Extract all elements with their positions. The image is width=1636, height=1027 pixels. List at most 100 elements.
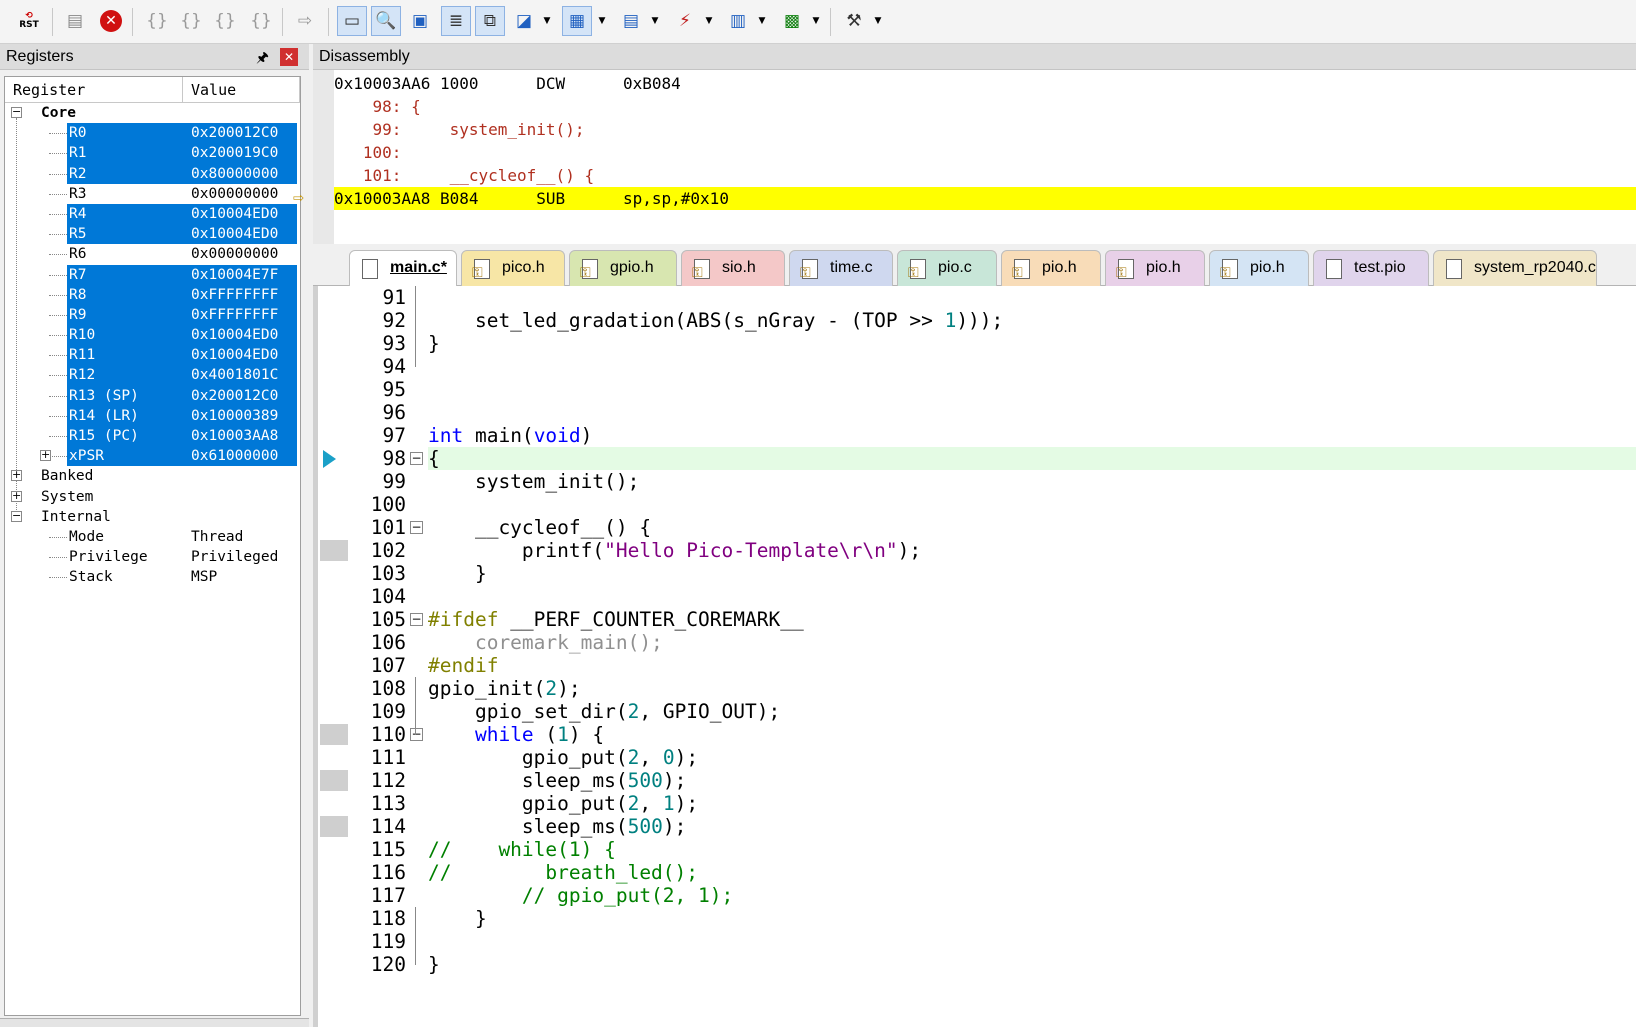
code-line[interactable]: 104 <box>318 585 1636 608</box>
tab-pio-c[interactable]: pio.c <box>897 250 997 289</box>
code-line[interactable]: 120} <box>318 953 1636 976</box>
tab-system-rp2040-c[interactable]: system_rp2040.c <box>1433 250 1597 286</box>
code-text[interactable]: #ifdef __PERF_COUNTER_COREMARK__ <box>428 608 804 631</box>
code-line[interactable]: 100 <box>318 493 1636 516</box>
system-viewer-icon[interactable]: ▩ <box>777 6 807 36</box>
toolbox-dropdown-icon[interactable]: ▼ <box>872 6 884 36</box>
expand-icon[interactable]: + <box>40 449 51 462</box>
code-line[interactable]: 98 { <box>318 447 1636 470</box>
code-line[interactable]: 108 gpio_init(2); <box>318 677 1636 700</box>
panel-tabs-strip[interactable] <box>0 1018 309 1027</box>
register-row[interactable]: R12 0x4001801C <box>5 365 300 386</box>
show-next-icon[interactable]: ⇨ <box>290 6 320 36</box>
disassembly-line[interactable]: 100: <box>334 141 1636 164</box>
register-row[interactable]: R14 (LR) 0x10000389 <box>5 405 300 426</box>
column-register[interactable]: Register <box>5 77 183 102</box>
disassembly-line[interactable]: 0x10003AA6 1000 DCW 0xB084 <box>334 72 1636 95</box>
code-line[interactable]: 103 } <box>318 562 1636 585</box>
tree-node-core[interactable]: − Core <box>5 103 300 123</box>
code-line[interactable]: 110 while (1) { <box>318 723 1636 746</box>
code-line[interactable]: 118 } <box>318 907 1636 930</box>
collapse-icon[interactable]: − <box>11 510 22 522</box>
register-row[interactable]: R8 0xFFFFFFFF <box>5 284 300 305</box>
code-text[interactable]: system_init(); <box>428 470 639 493</box>
code-editor[interactable]: 91 92 set_led_gradation(ABS(s_nGray - (TO… <box>313 286 1636 1027</box>
code-text[interactable]: printf("Hello Pico-Template\r\n"); <box>428 539 921 562</box>
code-text[interactable]: set_led_gradation(ABS(s_nGray - (TOP >> … <box>428 309 1003 332</box>
expand-icon[interactable]: + <box>11 490 22 502</box>
register-value[interactable]: 0x10004ED0 <box>191 345 278 365</box>
disassembly-line[interactable]: 0x10003AA8 B084 SUB sp,sp,#0x10 <box>334 187 1636 210</box>
code-text[interactable]: { <box>428 447 440 470</box>
tab-pico-h[interactable]: pico.h <box>461 250 565 289</box>
code-text[interactable]: gpio_put(2, 1); <box>428 792 698 815</box>
step-out-icon[interactable]: {} <box>210 6 240 36</box>
close-icon[interactable]: ✕ <box>280 48 298 66</box>
disassembly-line[interactable]: 98: { <box>334 95 1636 118</box>
register-row[interactable]: R10 0x10004ED0 <box>5 325 300 346</box>
code-line[interactable]: 107 #endif <box>318 654 1636 677</box>
register-row[interactable]: + xPSR 0x61000000 <box>5 446 300 467</box>
code-line[interactable]: 117 // gpio_put(2, 1); <box>318 884 1636 907</box>
code-text[interactable]: gpio_set_dir(2, GPIO_OUT); <box>428 700 780 723</box>
symbols-window-icon[interactable]: ▣ <box>405 6 435 36</box>
toolbox-icon[interactable]: ⚒ <box>839 6 869 36</box>
code-line[interactable]: 93} <box>318 332 1636 355</box>
fold-collapse-icon[interactable]: − <box>410 521 423 534</box>
fold-collapse-icon[interactable]: − <box>410 728 423 741</box>
fold-collapse-icon[interactable]: − <box>410 613 423 626</box>
tab-pio-h[interactable]: pio.h <box>1105 250 1205 289</box>
tab-test-pio[interactable]: test.pio <box>1313 250 1429 286</box>
register-row[interactable]: R9 0xFFFFFFFF <box>5 304 300 326</box>
watch-window-icon[interactable]: ◪ <box>509 6 539 36</box>
register-value[interactable]: 0x00000000 <box>191 244 278 264</box>
tab-gpio-h[interactable]: gpio.h <box>569 250 677 289</box>
disassembly-line[interactable]: 99: system_init(); <box>334 118 1636 141</box>
step-icon[interactable]: ▤ <box>60 6 90 36</box>
step-into-icon[interactable]: {} <box>142 6 172 36</box>
register-value[interactable]: 0x10004ED0 <box>191 325 278 345</box>
disassembly-window-icon[interactable]: 🔍 <box>371 6 401 36</box>
registers-window-icon[interactable]: ≣ <box>441 6 471 36</box>
tab-time-c[interactable]: time.c <box>789 250 893 289</box>
code-text[interactable]: gpio_init(2); <box>428 677 581 700</box>
code-line[interactable]: 102 printf("Hello Pico-Template\r\n"); <box>318 539 1636 562</box>
expand-icon[interactable]: + <box>11 469 22 482</box>
memory-dropdown-icon[interactable]: ▼ <box>596 6 608 36</box>
register-row[interactable]: R11 0x10004ED0 <box>5 345 300 366</box>
code-text[interactable]: gpio_put(2, 0); <box>428 746 698 769</box>
watch-dropdown-icon[interactable]: ▼ <box>541 6 553 36</box>
register-value[interactable]: 0x10004ED0 <box>191 204 278 224</box>
code-text[interactable]: // breath_led(); <box>428 861 698 884</box>
code-line[interactable]: 99 system_init(); <box>318 470 1636 493</box>
code-line[interactable]: 106 coremark_main(); <box>318 631 1636 654</box>
code-text[interactable]: int main(void) <box>428 424 592 447</box>
run-to-cursor-icon[interactable]: {} <box>246 6 276 36</box>
code-line[interactable]: 112 sleep_ms(500); <box>318 769 1636 792</box>
serial-dropdown-icon[interactable]: ▼ <box>649 6 661 36</box>
collapse-icon[interactable]: − <box>11 106 22 118</box>
code-text[interactable]: } <box>428 907 487 930</box>
code-line[interactable]: 109 gpio_set_dir(2, GPIO_OUT); <box>318 700 1636 723</box>
internal-row[interactable]: Privilege Privileged <box>5 547 300 567</box>
code-line[interactable]: 91 <box>318 286 1636 309</box>
register-row[interactable]: R6 0x00000000 <box>5 244 300 264</box>
column-value[interactable]: Value <box>183 77 300 102</box>
code-line[interactable]: 95 <box>318 378 1636 401</box>
register-value[interactable]: 0x10003AA8 <box>191 426 278 446</box>
code-line[interactable]: 113 gpio_put(2, 1); <box>318 792 1636 815</box>
analysis-window-icon[interactable]: ⚡ <box>670 6 700 36</box>
code-text[interactable]: while (1) { <box>428 723 604 746</box>
analysis-dropdown-icon[interactable]: ▼ <box>703 6 715 36</box>
tab-main-c-[interactable]: main.c* <box>349 250 457 286</box>
internal-row[interactable]: Stack MSP <box>5 567 300 587</box>
code-line[interactable]: 105 #ifdef __PERF_COUNTER_COREMARK__ <box>318 608 1636 631</box>
code-line[interactable]: 101 __cycleof__() { <box>318 516 1636 539</box>
register-value[interactable]: 0x10004ED0 <box>191 224 278 244</box>
code-text[interactable]: } <box>428 332 440 355</box>
code-text[interactable]: // gpio_put(2, 1); <box>428 884 733 907</box>
trace-dropdown-icon[interactable]: ▼ <box>756 6 768 36</box>
command-window-icon[interactable]: ▭ <box>337 6 367 36</box>
register-value[interactable]: 0x200019C0 <box>191 143 278 163</box>
register-row[interactable]: R2 0x80000000 <box>5 163 300 184</box>
